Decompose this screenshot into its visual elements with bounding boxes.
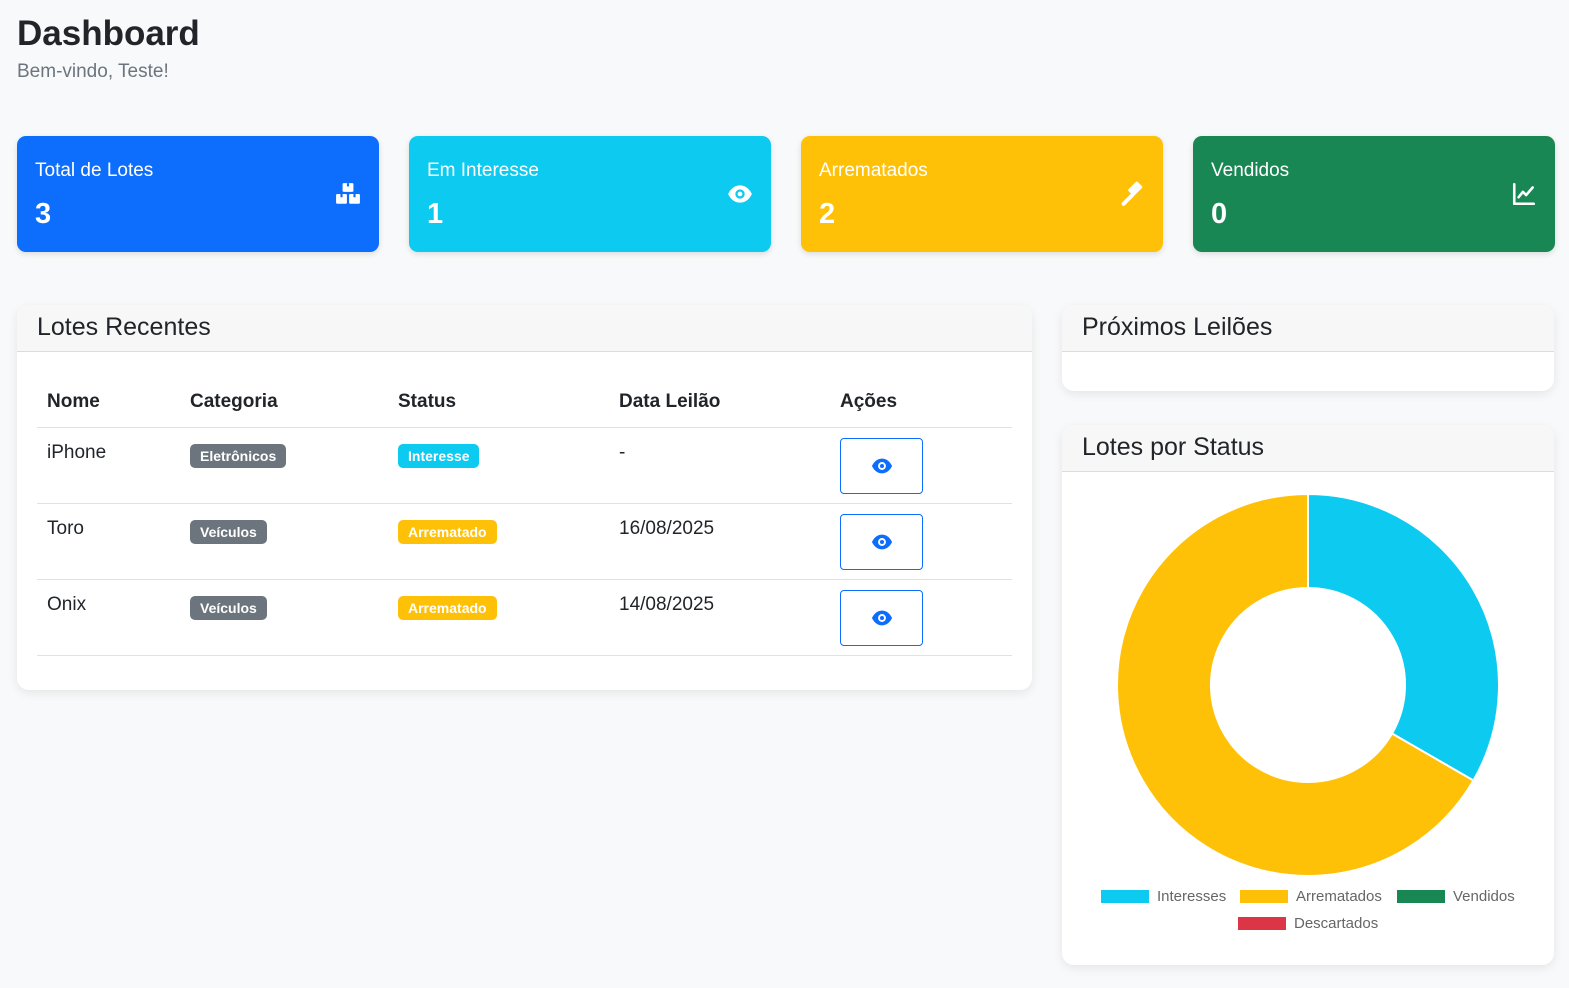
status-badge: Arrematado <box>398 595 497 620</box>
card-header: Lotes Recentes <box>17 305 1032 352</box>
dashboard-page: Dashboard Bem-vindo, Teste! Total de Lot… <box>0 0 1569 988</box>
status-badge: Interesse <box>398 443 480 468</box>
card-header: Próximos Leilões <box>1062 305 1554 352</box>
stat-value: 2 <box>819 198 836 230</box>
stat-label: Arrematados <box>819 160 928 181</box>
category-badge: Veículos <box>190 519 267 544</box>
eye-icon <box>871 534 892 549</box>
eye-icon <box>871 458 892 473</box>
legend-swatch <box>1240 890 1288 903</box>
card-title: Lotes por Status <box>1082 433 1265 461</box>
cell-data-leilao: - <box>609 427 830 504</box>
legend-label: Arrematados <box>1296 888 1382 905</box>
page-subtitle: Bem-vindo, Teste! <box>17 61 169 82</box>
upcoming-auctions-card: Próximos Leilões <box>1062 305 1554 391</box>
legend-item-descartados[interactable]: Descartados <box>1238 915 1378 932</box>
eye-icon <box>727 181 753 207</box>
legend-swatch <box>1238 917 1286 930</box>
cell-data-leilao: 16/08/2025 <box>609 503 830 580</box>
legend-item-interesses[interactable]: Interesses <box>1101 888 1226 905</box>
recent-lots-card: Lotes Recentes Nome Categoria Status Dat… <box>17 305 1032 690</box>
eye-icon <box>871 610 892 625</box>
legend-item-vendidos[interactable]: Vendidos <box>1397 888 1515 905</box>
category-badge: Veículos <box>190 595 267 620</box>
view-button[interactable] <box>840 589 923 646</box>
column-header-nome: Nome <box>37 377 180 428</box>
legend-item-arrematados[interactable]: Arrematados <box>1240 888 1382 905</box>
cell-data-leilao: 14/08/2025 <box>609 579 830 656</box>
chart-line-icon <box>1511 181 1537 207</box>
column-header-acoes: Ações <box>830 377 1012 428</box>
legend-swatch <box>1397 890 1445 903</box>
gavel-icon <box>1119 181 1145 207</box>
legend-swatch <box>1101 890 1149 903</box>
column-header-status: Status <box>388 377 609 428</box>
stat-card-em-interesse: Em Interesse 1 <box>409 136 771 252</box>
legend-label: Descartados <box>1294 915 1379 932</box>
cell-nome: iPhone <box>37 427 180 504</box>
view-button[interactable] <box>840 437 923 494</box>
table-header-row: Nome Categoria Status Data Leilão Ações <box>37 377 1012 428</box>
card-header: Lotes por Status <box>1062 425 1554 472</box>
stat-label: Total de Lotes <box>35 160 154 181</box>
status-badge: Arrematado <box>398 519 497 544</box>
table-row: iPhone Eletrônicos Interesse - <box>37 427 1012 504</box>
status-chart-card: Lotes por Status Interesses Arrematados … <box>1062 425 1554 965</box>
stat-label: Em Interesse <box>427 160 539 181</box>
legend-label: Vendidos <box>1453 888 1515 905</box>
legend-label: Interesses <box>1157 888 1227 905</box>
stat-card-vendidos: Vendidos 0 <box>1193 136 1555 252</box>
stat-card-arrematados: Arrematados 2 <box>801 136 1163 252</box>
table-row: Toro Veículos Arrematado 16/08/2025 <box>37 503 1012 580</box>
stat-value: 1 <box>427 198 444 230</box>
column-header-categoria: Categoria <box>180 377 388 428</box>
card-title: Próximos Leilões <box>1082 313 1273 341</box>
boxes-icon <box>335 181 361 207</box>
status-donut-chart <box>1116 492 1500 877</box>
page-title: Dashboard <box>17 14 200 53</box>
stat-label: Vendidos <box>1211 160 1290 181</box>
stat-card-total-lotes: Total de Lotes 3 <box>17 136 379 252</box>
cell-nome: Onix <box>37 579 180 656</box>
recent-lots-table: Nome Categoria Status Data Leilão Ações … <box>37 377 1012 656</box>
stat-value: 0 <box>1211 198 1228 230</box>
donut-slice-interesses[interactable] <box>1307 492 1500 782</box>
view-button[interactable] <box>840 513 923 570</box>
cell-nome: Toro <box>37 503 180 580</box>
table-row: Onix Veículos Arrematado 14/08/2025 <box>37 579 1012 656</box>
column-header-data-leilao: Data Leilão <box>609 377 830 428</box>
stat-value: 3 <box>35 198 52 230</box>
card-title: Lotes Recentes <box>37 313 211 341</box>
category-badge: Eletrônicos <box>190 443 287 468</box>
